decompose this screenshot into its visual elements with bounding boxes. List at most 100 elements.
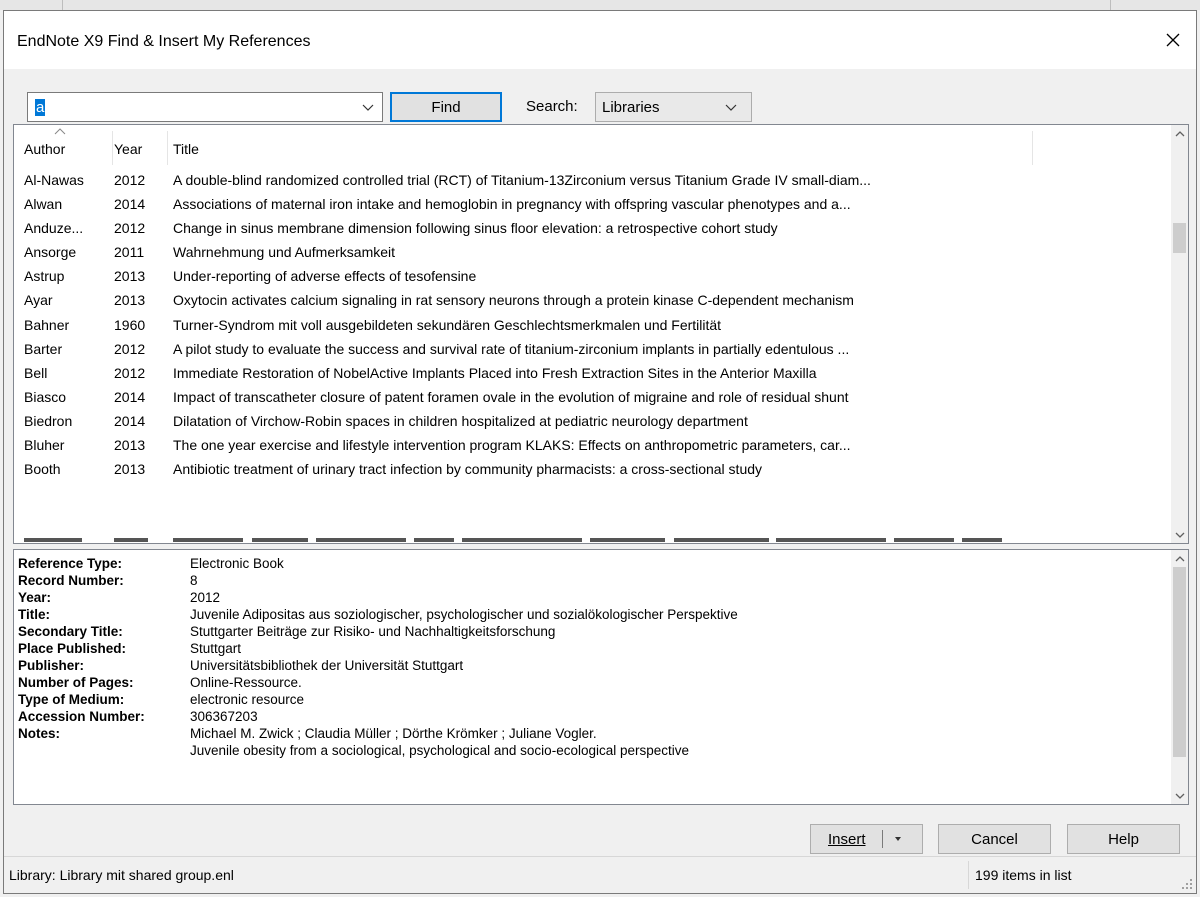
table-row[interactable]: Bahner 1960 Turner-Syndrom mit voll ausgeb… [14, 313, 1164, 337]
help-button[interactable]: Help [1067, 824, 1180, 854]
insert-button[interactable]: Insert [810, 824, 923, 854]
detail-label: Title: [18, 607, 51, 622]
cell-author: Bell [24, 364, 48, 381]
cell-year: 2012 [114, 172, 146, 188]
cell-year: 2013 [114, 292, 146, 309]
caret-down-icon[interactable] [893, 832, 903, 846]
detail-value: 306367203 [190, 709, 258, 724]
cell-title: Associations of maternal iron intake and… [173, 196, 851, 213]
cell-author: Alwan [24, 196, 63, 213]
detail-label: Type of Medium: [18, 692, 125, 707]
scroll-down-button[interactable] [1171, 787, 1188, 804]
insert-button-label: Insert [828, 831, 866, 848]
chevron-up-icon [1175, 130, 1184, 136]
table-row[interactable]: Biasco 2014 Impact of transcatheter closur… [14, 385, 1164, 409]
cancel-button[interactable]: Cancel [938, 824, 1051, 854]
cell-title: A double-blind randomized controlled tri… [173, 172, 871, 188]
column-header-author[interactable]: Author [14, 125, 114, 167]
detail-label: Reference Type: [18, 556, 123, 571]
cell-title: Wahrnehmung und Aufmerksamkeit [173, 244, 396, 261]
detail-value: Online-Ressource. [190, 675, 302, 690]
list-scrollbar[interactable] [1171, 125, 1188, 543]
scroll-up-button[interactable] [1171, 125, 1188, 142]
column-header-title[interactable]: Title [169, 125, 1029, 167]
table-row[interactable]: Bluher 2013 The one year exercise and life… [14, 433, 1164, 457]
cell-title: Change in sinus membrane dimension follo… [173, 220, 778, 237]
table-row[interactable]: Astrup 2013 Under-reporting of adverse eff… [14, 264, 1164, 288]
close-button[interactable] [1150, 11, 1196, 69]
detail-scrollbar[interactable] [1171, 550, 1188, 804]
table-row[interactable]: Anduze... 2012 Change in sinus membrane di… [14, 216, 1164, 240]
cell-year: 2012 [114, 340, 146, 357]
table-row[interactable]: Bell 2012 Immediate Restoration of NobelAc… [14, 361, 1164, 385]
detail-value: Michael M. Zwick ; Claudia Müller ; Dört… [190, 726, 597, 741]
detail-value: Electronic Book [190, 556, 284, 571]
detail-value: Juvenile obesity from a sociological, ps… [190, 743, 690, 758]
chevron-down-icon [1175, 793, 1184, 799]
sort-ascending-icon [54, 128, 66, 135]
find-button[interactable]: Find [390, 92, 502, 122]
column-divider [112, 131, 113, 165]
cell-year: 2013 [114, 461, 146, 478]
scroll-down-button[interactable] [1171, 526, 1188, 543]
cell-title: The one year exercise and lifestyle inte… [173, 437, 851, 454]
table-row[interactable]: Barter 2012 A pilot study to evaluate the … [14, 337, 1164, 361]
cell-year: 2014 [114, 196, 146, 213]
column-divider [1032, 131, 1033, 165]
split-divider [882, 830, 883, 848]
table-row[interactable]: Biedron 2014 Dilatation of Virchow-Robin s… [14, 409, 1164, 433]
table-row[interactable]: Alwan 2014 Associations of maternal iron i… [14, 192, 1164, 216]
chevron-down-icon [1175, 532, 1184, 538]
cell-title: Impact of transcatheter closure of paten… [173, 388, 849, 405]
cell-year: 1960 [114, 316, 146, 333]
status-library: Library: Library mit shared group.enl [9, 867, 234, 883]
detail-label: Publisher: [18, 658, 85, 673]
cell-author: Anduze... [24, 220, 84, 237]
search-scope-label: Search: [526, 98, 578, 115]
column-header-year-label: Year [114, 141, 143, 157]
scroll-up-button[interactable] [1171, 550, 1188, 567]
background-strip [0, 0, 1200, 10]
cell-year: 2011 [114, 244, 145, 261]
reference-list[interactable]: Author Year Title Al-Nawas 2012 A double-b… [13, 124, 1189, 544]
window-title: EndNote X9 Find & Insert My References [17, 33, 311, 50]
partial-row-text [24, 538, 1002, 542]
cell-year: 2012 [114, 220, 146, 237]
detail-value: 8 [190, 573, 198, 588]
chevron-down-icon [725, 104, 737, 111]
scroll-thumb[interactable] [1173, 567, 1186, 757]
search-query-text: a [35, 99, 46, 116]
detail-label: Accession Number: [18, 709, 145, 724]
column-divider [167, 131, 168, 165]
search-input[interactable]: a [27, 92, 383, 122]
cell-author: Ayar [24, 292, 53, 309]
status-item-count: 199 items in list [975, 867, 1072, 883]
detail-label: Year: [18, 590, 52, 605]
cell-title: A pilot study to evaluate the success an… [173, 340, 850, 357]
column-header-author-label: Author [24, 141, 66, 157]
detail-value: electronic resource [190, 692, 305, 707]
search-scope-value: Libraries [602, 99, 660, 116]
detail-label: Record Number: [18, 573, 124, 588]
cell-title: Dilatation of Virchow-Robin spaces in ch… [173, 412, 748, 429]
scroll-thumb[interactable] [1173, 223, 1186, 253]
find-insert-dialog: EndNote X9 Find & Insert My References a… [3, 10, 1197, 894]
table-row[interactable]: Ayar 2013 Oxytocin activates calcium signa… [14, 288, 1164, 312]
table-row[interactable]: Ansorge 2011 Wahrnehmung und Aufmerksamkei… [14, 240, 1164, 264]
chevron-down-icon[interactable] [362, 101, 374, 113]
reference-rows: Al-Nawas 2012 A double-blind randomized co… [14, 168, 1164, 481]
detail-label: Notes: [18, 726, 61, 741]
reference-detail-panel[interactable]: Reference Type: Electronic Book Record Nu… [13, 549, 1189, 805]
table-row[interactable]: Al-Nawas 2012 A double-blind randomized co… [14, 168, 1164, 192]
detail-value: Juvenile Adipositas aus soziologischer, … [190, 607, 738, 622]
search-scope-select[interactable]: Libraries [595, 92, 752, 122]
column-header-year[interactable]: Year [114, 125, 169, 167]
table-row[interactable]: Booth 2013 Antibiotic treatment of urinary… [14, 457, 1164, 481]
cell-title: Antibiotic treatment of urinary tract in… [173, 461, 763, 478]
cell-author: Bluher [24, 437, 65, 454]
resize-grip-icon[interactable] [1181, 878, 1193, 890]
cell-year: 2014 [114, 388, 146, 405]
detail-label: Number of Pages: [18, 675, 134, 690]
table-row-partial[interactable] [14, 526, 1164, 542]
cell-author: Bahner [24, 316, 70, 333]
